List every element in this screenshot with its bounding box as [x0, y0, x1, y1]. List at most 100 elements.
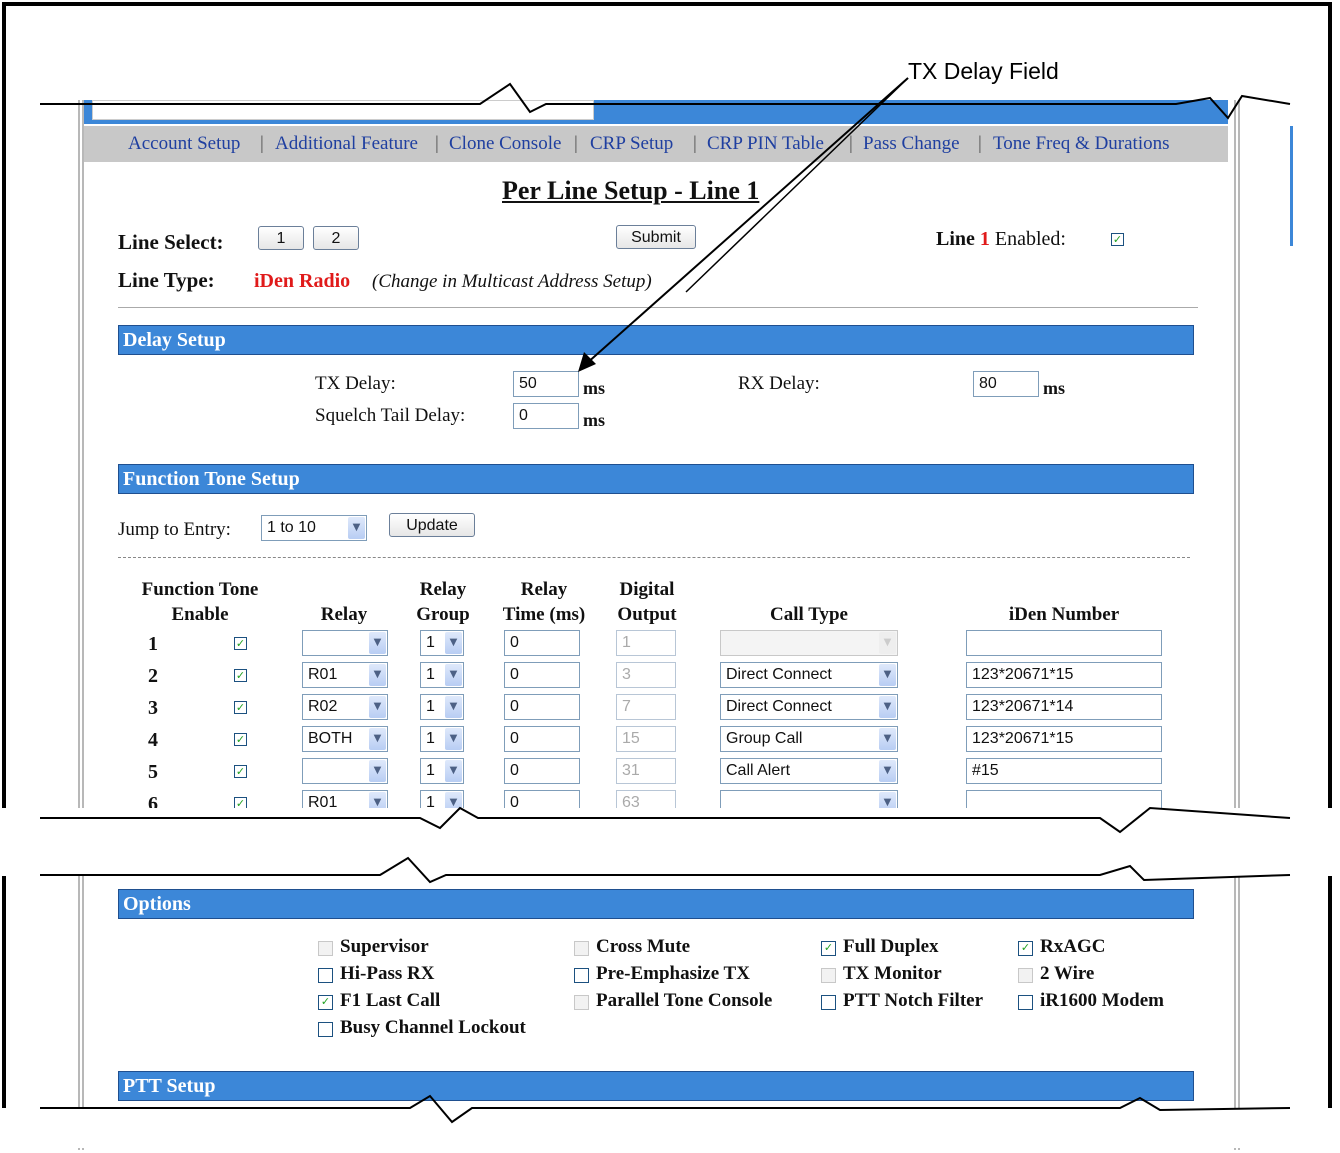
rx-delay-unit: ms [1043, 378, 1065, 398]
nav-tone-freq[interactable]: Tone Freq & Durations [993, 133, 1170, 155]
nav-separator: | [978, 133, 982, 154]
relay-time-input[interactable]: 0 [504, 662, 580, 688]
column-header-line: Time (ms) [502, 604, 586, 625]
update-button[interactable]: Update [389, 513, 475, 537]
column-header-line: Relay [520, 579, 568, 600]
relay-group-select[interactable]: 1 ▼ [420, 694, 464, 720]
option-full-duplex-checkbox[interactable]: ✓ [821, 941, 836, 956]
row-number: 4 [148, 729, 158, 751]
row-number: 2 [148, 665, 158, 687]
rx-delay-input[interactable]: 80 [973, 371, 1039, 397]
chevron-down-icon: ▼ [369, 632, 386, 654]
enable-checkbox[interactable]: ✓ [234, 733, 247, 746]
line-enabled-label: Line 1 Enabled: [936, 228, 1066, 251]
row-number: 1 [148, 633, 158, 655]
line-enabled-suffix: Enabled: [994, 228, 1066, 250]
row-number: 3 [148, 697, 158, 719]
chevron-down-icon: ▼ [879, 632, 896, 654]
option-pre-emphasize-tx-checkbox[interactable] [574, 968, 589, 983]
option-ir1600-modem-checkbox[interactable] [1018, 995, 1033, 1010]
nav-additional-feature[interactable]: Additional Feature [275, 133, 418, 155]
nav-account-setup[interactable]: Account Setup [128, 133, 240, 155]
chevron-down-icon: ▼ [445, 728, 462, 750]
delay-setup-header: Delay Setup [118, 325, 1194, 355]
nav-crp-pin-table[interactable]: CRP PIN Table [707, 133, 824, 155]
iden-number-input[interactable]: 123*20671*14 [966, 694, 1162, 720]
option-f1-last-call-checkbox[interactable]: ✓ [318, 995, 333, 1010]
nav-clone-console[interactable]: Clone Console [449, 133, 561, 155]
jump-to-entry-select[interactable]: 1 to 10 ▼ [261, 515, 367, 541]
iden-number-input[interactable]: 123*20671*15 [966, 662, 1162, 688]
line-1-button[interactable]: 1 [258, 226, 304, 250]
call-type-value: Direct Connect [726, 698, 832, 715]
divider [118, 307, 1198, 308]
line-2-button[interactable]: 2 [313, 226, 359, 250]
digital-output-input: 1 [616, 630, 676, 656]
option-rxagc-checkbox[interactable]: ✓ [1018, 941, 1033, 956]
column-header-group: Relay Group [410, 577, 476, 627]
chevron-down-icon: ▼ [879, 760, 896, 782]
relay-group-select[interactable]: 1 ▼ [420, 726, 464, 752]
option-parallel-tone-console-checkbox [574, 995, 589, 1010]
option-f1-last-call-label: F1 Last Call [340, 990, 441, 1011]
call-type-select[interactable]: Call Alert ▼ [720, 758, 898, 784]
tx-delay-input[interactable]: 50 [513, 371, 579, 397]
call-type-select[interactable]: Direct Connect ▼ [720, 662, 898, 688]
nav-separator: | [260, 133, 264, 154]
page-break [0, 1108, 1340, 1148]
nav-pass-change[interactable]: Pass Change [863, 133, 960, 155]
nav-bar: Account Setup | Additional Feature | Clo… [84, 126, 1228, 162]
squelch-delay-input[interactable]: 0 [513, 403, 579, 429]
line-enabled-checkbox[interactable]: ✓ [1111, 233, 1124, 246]
iden-number-input[interactable]: 123*20671*15 [966, 726, 1162, 752]
option-busy-channel-lockout-checkbox[interactable] [318, 1022, 333, 1037]
submit-button[interactable]: Submit [616, 225, 696, 249]
digital-output-input: 7 [616, 694, 676, 720]
call-type-select[interactable]: Group Call ▼ [720, 726, 898, 752]
nav-separator: | [849, 133, 853, 154]
relay-select[interactable]: BOTH ▼ [302, 726, 388, 752]
chevron-down-icon: ▼ [369, 696, 386, 718]
check-icon: ✓ [235, 669, 246, 682]
line-select-label: Line Select: [118, 230, 224, 254]
option-rxagc-label: RxAGC [1040, 936, 1106, 957]
enable-checkbox[interactable]: ✓ [234, 669, 247, 682]
check-icon: ✓ [1020, 941, 1031, 954]
option-ir1600-modem-label: iR1600 Modem [1040, 990, 1165, 1011]
enable-checkbox[interactable]: ✓ [234, 701, 247, 714]
jump-to-entry-value: 1 to 10 [267, 519, 316, 536]
check-icon: ✓ [320, 995, 331, 1008]
column-header-time: Relay Time (ms) [494, 577, 594, 627]
call-type-value: Direct Connect [726, 666, 832, 683]
relay-time-input[interactable]: 0 [504, 694, 580, 720]
relay-group-select[interactable]: 1 ▼ [420, 662, 464, 688]
relay-group-select[interactable]: 1 ▼ [420, 758, 464, 784]
relay-group-select[interactable]: 1 ▼ [420, 630, 464, 656]
relay-select[interactable]: R01 ▼ [302, 662, 388, 688]
option-ptt-notch-filter-checkbox[interactable] [821, 995, 836, 1010]
relay-time-input[interactable]: 0 [504, 758, 580, 784]
relay-select[interactable]: ▼ [302, 758, 388, 784]
digital-output-input: 15 [616, 726, 676, 752]
relay-time-input[interactable]: 0 [504, 726, 580, 752]
option-parallel-tone-console-label: Parallel Tone Console [596, 990, 773, 1011]
iden-number-input[interactable] [966, 630, 1162, 656]
relay-select[interactable]: R02 ▼ [302, 694, 388, 720]
relay-select[interactable]: ▼ [302, 630, 388, 656]
header-logo-area [92, 100, 594, 120]
relay-time-input[interactable]: 0 [504, 630, 580, 656]
relay-value: BOTH [308, 730, 353, 747]
enable-checkbox[interactable]: ✓ [234, 765, 247, 778]
call-type-select: ▼ [720, 630, 898, 656]
nav-separator: | [693, 133, 697, 154]
enable-checkbox[interactable]: ✓ [234, 637, 247, 650]
nav-crp-setup[interactable]: CRP Setup [590, 133, 673, 155]
option-hi-pass-rx-checkbox[interactable] [318, 968, 333, 983]
side-fragment [1290, 126, 1293, 246]
iden-number-input[interactable]: #15 [966, 758, 1162, 784]
chevron-down-icon: ▼ [369, 664, 386, 686]
relay-group-value: 1 [426, 762, 435, 779]
call-type-select[interactable]: Direct Connect ▼ [720, 694, 898, 720]
page-title: Per Line Setup - Line 1 [502, 176, 760, 205]
option-full-duplex-label: Full Duplex [843, 936, 939, 957]
